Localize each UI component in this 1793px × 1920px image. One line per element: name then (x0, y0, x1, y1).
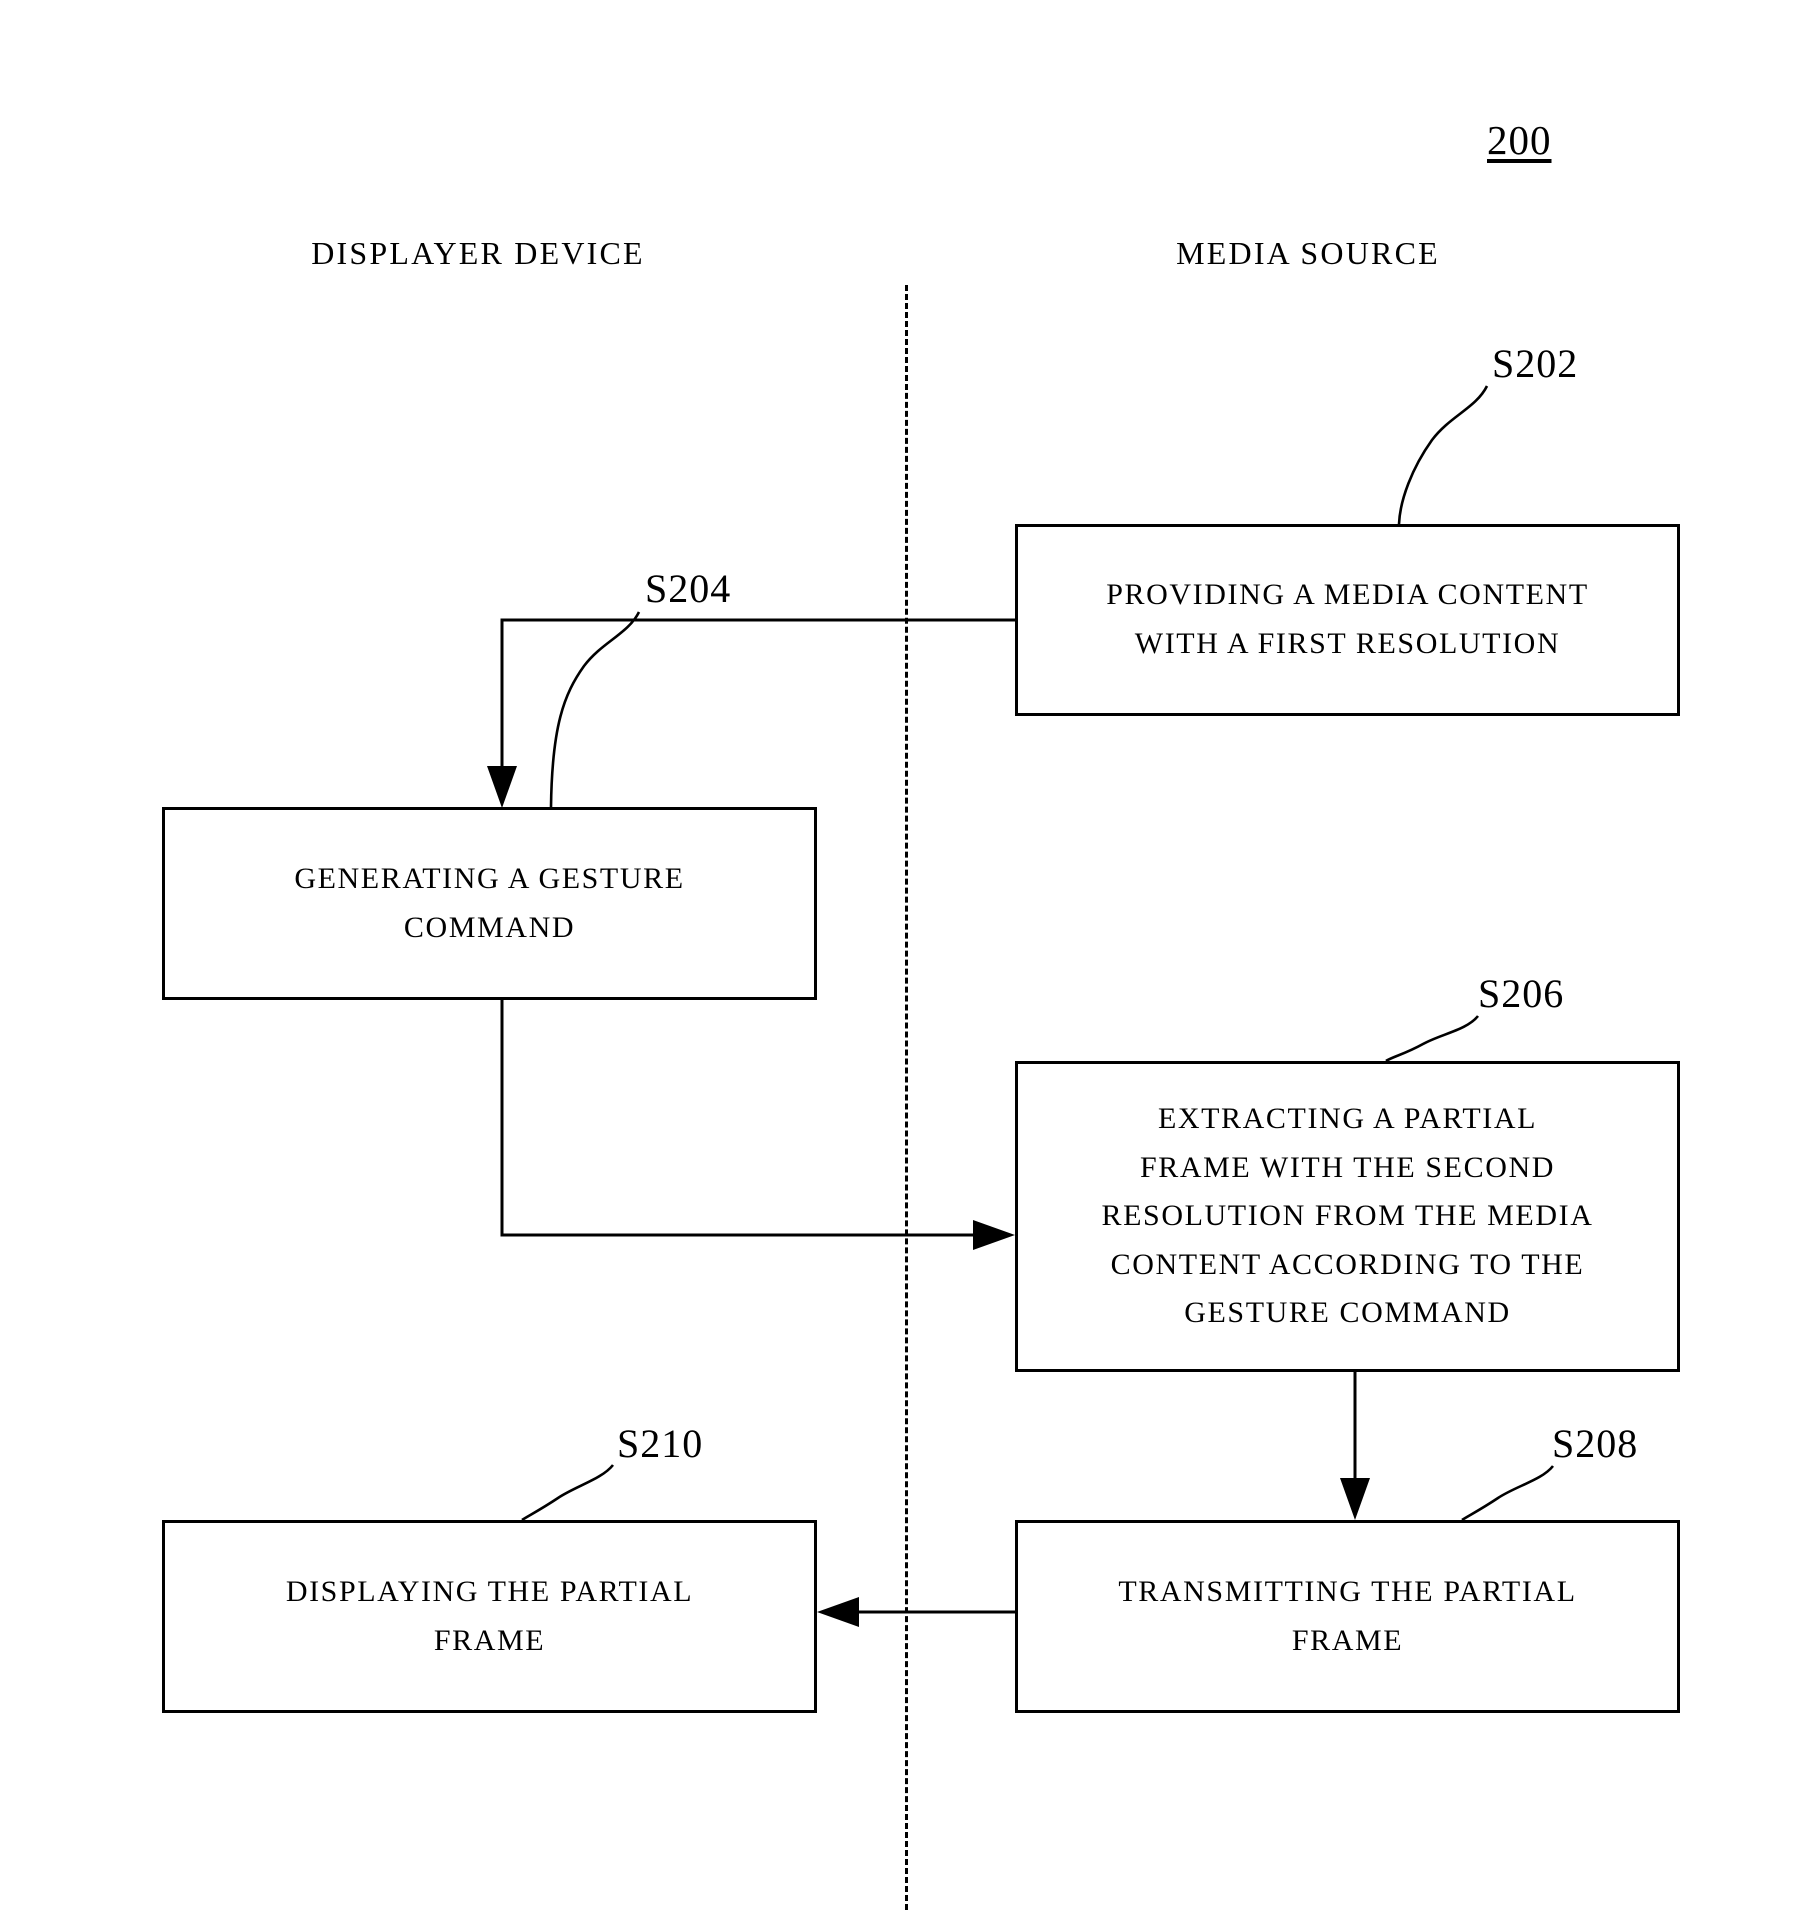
leader-line-s204 (549, 611, 641, 808)
leader-line-s210 (521, 1464, 615, 1522)
step-ref-label-s204: S204 (645, 566, 732, 611)
step-text-s208: TRANSMITTING THE PARTIAL FRAME (1118, 1574, 1577, 1657)
lane-header-displayer-device: DISPLAYER DEVICE (311, 235, 645, 271)
step-text-s202: PROVIDING A MEDIA CONTENT WITH A FIRST R… (1106, 578, 1589, 660)
step-box-s206[interactable]: EXTRACTING A PARTIAL FRAME WITH THE SECO… (1015, 1061, 1680, 1372)
patent-flowchart-figure: 200 DISPLAYER DEVICE MEDIA SOURCE PROVID… (0, 0, 1793, 1920)
leader-line-s202 (1397, 385, 1489, 525)
step-ref-label-s206: S206 (1478, 971, 1565, 1016)
flow-connector-s208-to-s210 (817, 1597, 1015, 1627)
step-text-s206: EXTRACTING A PARTIAL FRAME WITH THE SECO… (1101, 1102, 1594, 1330)
step-ref-label-s208: S208 (1552, 1421, 1639, 1466)
step-box-s204[interactable]: GENERATING A GESTURE COMMAND (162, 807, 817, 1000)
step-box-s210[interactable]: DISPLAYING THE PARTIAL FRAME (162, 1520, 817, 1713)
step-box-s202[interactable]: PROVIDING A MEDIA CONTENT WITH A FIRST R… (1015, 524, 1680, 716)
swimlane-divider (905, 285, 908, 1910)
flow-connector-s202-to-s204 (487, 618, 1015, 808)
figure-number-label: 200 (1487, 117, 1552, 163)
step-ref-label-s202: S202 (1492, 341, 1579, 386)
step-ref-label-s210: S210 (617, 1421, 704, 1466)
step-text-s210: DISPLAYING THE PARTIAL FRAME (285, 1574, 694, 1657)
leader-line-s208 (1461, 1465, 1555, 1522)
leader-line-s206 (1385, 1015, 1480, 1063)
step-text-s204: GENERATING A GESTURE COMMAND (294, 861, 685, 944)
lane-header-media-source: MEDIA SOURCE (1176, 235, 1440, 271)
flow-connector-s204-to-s206 (500, 1000, 1015, 1250)
flow-connector-s206-to-s208 (1340, 1372, 1370, 1520)
step-box-s208[interactable]: TRANSMITTING THE PARTIAL FRAME (1015, 1520, 1680, 1713)
